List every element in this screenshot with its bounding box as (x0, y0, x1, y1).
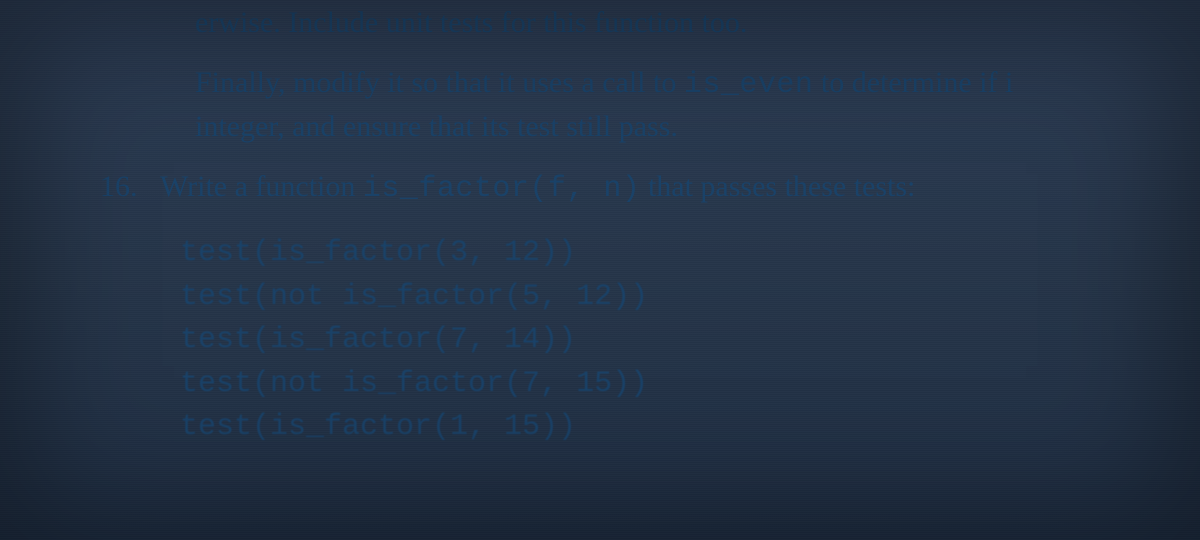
text-run: that passes these tests: (640, 170, 915, 203)
test-line: test(is_factor(3, 12)) (180, 236, 576, 270)
text-run: Finally, modify it so that it uses a cal… (195, 66, 684, 99)
paragraph-finally: Finally, modify it so that it uses a cal… (40, 44, 1160, 148)
inline-code-is-factor: is_factor(f, n) (363, 172, 641, 206)
test-line: test(not is_factor(7, 15)) (180, 367, 648, 401)
test-code-block: test(is_factor(3, 12)) test(not is_facto… (40, 210, 1160, 450)
document-page: erwise. Include unit tests for this func… (0, 0, 1200, 450)
paragraph-fragment: erwise. Include unit tests for this func… (40, 0, 1160, 44)
test-line: test(not is_factor(5, 12)) (180, 280, 648, 314)
text-run: Write a function (160, 170, 363, 203)
inline-code-is-even: is_even (684, 68, 814, 102)
text-line: erwise. Include unit tests for this func… (195, 6, 747, 39)
text-run: to determine if i (813, 66, 1013, 99)
exercise-item-16: 16.Write a function is_factor(f, n) that… (40, 148, 1160, 210)
text-line: integer, and ensure that its test still … (195, 110, 678, 143)
test-line: test(is_factor(1, 15)) (180, 410, 576, 444)
item-number: 16. (100, 166, 160, 208)
test-line: test(is_factor(7, 14)) (180, 323, 576, 357)
